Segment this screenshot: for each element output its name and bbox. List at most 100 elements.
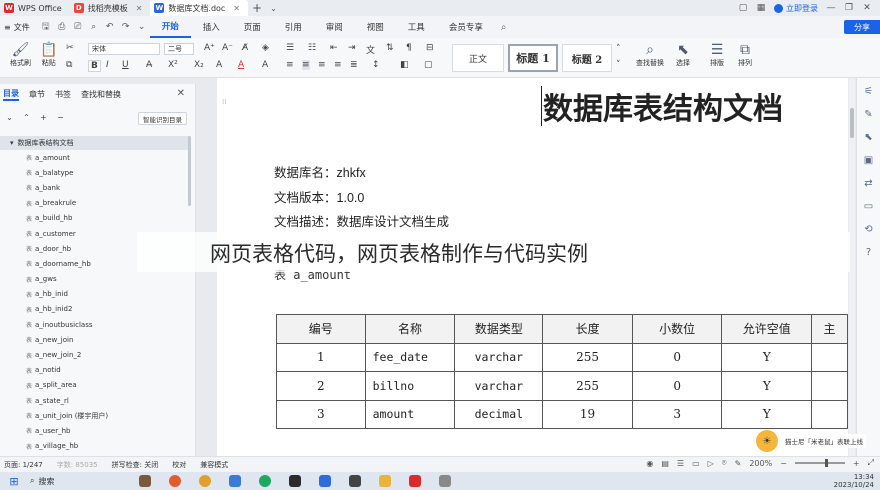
chinese-layout-icon[interactable]: 文 (366, 43, 375, 56)
style-more-icon[interactable]: ˅ (616, 60, 621, 70)
notification-popup[interactable]: ☀ 猫士尼「米老鼠」表联上线 (756, 430, 876, 452)
word-count[interactable]: 字数: 85035 (57, 460, 112, 470)
cell-type[interactable]: varchar (454, 342, 544, 372)
help-icon[interactable]: ? (866, 247, 871, 258)
menu-page[interactable]: 页面 (232, 16, 273, 38)
app-wps-icon[interactable] (409, 475, 421, 487)
grow-font-icon[interactable]: A⁺ (204, 43, 215, 53)
outline-item[interactable]: 表 a_build_hb (0, 211, 190, 226)
undo-icon[interactable]: ↶ (102, 22, 118, 32)
cell-length[interactable]: 255 (542, 371, 633, 401)
zoom-slider[interactable] (794, 459, 845, 467)
close-pane-icon[interactable]: ✕ (177, 88, 185, 99)
proofread-button[interactable]: 校对 (172, 460, 200, 470)
minimize-icon[interactable]: — (826, 3, 836, 13)
line-spacing-icon[interactable]: ↕ (372, 60, 380, 70)
write-mode-icon[interactable]: ✎ (735, 459, 742, 468)
tab-chapters[interactable]: 章节 (29, 89, 45, 100)
font-color-button[interactable]: A (238, 60, 244, 70)
redo-icon[interactable]: ↷ (118, 22, 134, 32)
page-indicator[interactable]: 页面: 1/247 (4, 460, 57, 470)
bold-button[interactable]: B (88, 60, 101, 72)
distribute-icon[interactable]: ≣ (350, 60, 358, 70)
borders-icon[interactable]: ▢ (424, 60, 433, 70)
format-painter-button[interactable]: 🖌 格式刷 (10, 42, 31, 68)
page-view-icon[interactable]: ▤ (661, 459, 669, 468)
remove-icon[interactable]: − (55, 112, 66, 123)
zoom-out-icon[interactable]: − (780, 459, 787, 468)
outline-item[interactable]: 表 a_notid (0, 363, 190, 378)
cell-scale[interactable]: 0 (631, 371, 723, 401)
cursor-icon[interactable]: ⬉ (864, 132, 872, 143)
cell-nullable[interactable]: Y (721, 399, 813, 429)
zoom-in-icon[interactable]: + (853, 459, 860, 468)
copy-icon[interactable]: ⧉ (66, 60, 72, 70)
outline-item[interactable]: 表 a_gws (0, 272, 190, 287)
find-replace-button[interactable]: ⌕ 查找替换 (636, 42, 664, 68)
read-mode-icon[interactable]: ⌾ (722, 458, 727, 468)
cell-nullable[interactable]: Y (721, 371, 813, 401)
cell-pk[interactable] (811, 371, 848, 401)
app-deer-icon[interactable] (139, 475, 151, 487)
pane-scrollbar[interactable] (188, 136, 191, 206)
tab-document[interactable]: W 数据库文档.doc ✕ (150, 0, 249, 16)
app-wechat-icon[interactable] (259, 475, 271, 487)
cell-scale[interactable]: 3 (631, 399, 723, 429)
sort-icon[interactable]: ⇅ (386, 43, 394, 53)
outline-item[interactable]: 表 a_amount (0, 150, 190, 165)
highlight-icon[interactable]: A (262, 60, 268, 70)
web-view-icon[interactable]: ▭ (692, 459, 700, 468)
outline-item[interactable]: 表 a_hb_inid (0, 287, 190, 302)
image-icon[interactable]: ▣ (864, 155, 873, 166)
outline-item[interactable]: 表 a_new_join (0, 332, 190, 347)
app-firefox-icon[interactable] (169, 475, 181, 487)
bullet-list-icon[interactable]: ☰ (286, 43, 294, 53)
font-size-select[interactable]: 二号 (164, 43, 194, 55)
style-heading-1[interactable]: 标题 1 (508, 44, 558, 72)
italic-button[interactable]: I (106, 60, 109, 70)
shrink-font-icon[interactable]: A⁻ (222, 43, 233, 53)
cell-name[interactable]: billno (364, 371, 456, 401)
app-folder-icon[interactable] (379, 475, 391, 487)
cell-type[interactable]: varchar (454, 371, 544, 401)
outline-item[interactable]: 表 a_split_area (0, 378, 190, 393)
select-button[interactable]: ⬉ 选择 (676, 42, 690, 68)
zoom-slider-knob[interactable] (824, 459, 828, 467)
increase-indent-icon[interactable]: ⇥ (348, 43, 356, 53)
style-heading-2[interactable]: 标题 2 (562, 44, 612, 72)
menu-home[interactable]: 开始 (149, 16, 191, 38)
print-icon[interactable]: ⎚ (70, 22, 86, 32)
app-chrome-icon[interactable] (199, 475, 211, 487)
taskbar-search[interactable]: ⌕ 搜索 (30, 476, 130, 487)
paste-button[interactable]: 📋 粘贴 (40, 42, 57, 68)
scrollbar-thumb[interactable] (850, 108, 854, 138)
outline-view-icon[interactable]: ☰ (677, 459, 684, 468)
cell-type[interactable]: decimal (454, 399, 544, 429)
outline-item[interactable]: 表 a_village_hb (0, 439, 190, 454)
outline-item[interactable]: 表 a_balatype (0, 165, 190, 180)
export-pdf-icon[interactable]: ⎙ (54, 22, 70, 32)
cell-scale[interactable]: 0 (631, 342, 723, 372)
play-icon[interactable]: ▷ (708, 459, 714, 468)
app-vscode-icon[interactable] (319, 475, 331, 487)
cell-nullable[interactable]: Y (721, 342, 813, 372)
menu-review[interactable]: 审阅 (314, 16, 355, 38)
smart-toc-button[interactable]: 智能识别目录 (138, 112, 187, 125)
close-window-icon[interactable]: ✕ (862, 3, 872, 13)
move-up-icon[interactable]: ⌃ (21, 112, 32, 123)
app-terminal-icon[interactable] (289, 475, 301, 487)
text-effect-icon[interactable]: A (216, 60, 222, 70)
outline-root[interactable]: ▾ 数据库表结构文档 (0, 136, 190, 150)
justify-icon[interactable]: ≡ (334, 60, 342, 70)
tab-find-replace[interactable]: 查找和替换 (81, 89, 121, 100)
shading-icon[interactable]: ◧ (400, 60, 409, 70)
outline-item[interactable]: 表 a_hb_inid2 (0, 302, 190, 317)
chevron-down-icon[interactable]: ⌄ (266, 4, 281, 13)
cell-name[interactable]: amount (364, 399, 456, 429)
clear-format-icon[interactable]: A̸ (242, 43, 248, 53)
add-icon[interactable]: + (38, 112, 49, 123)
numbered-list-icon[interactable]: ☷ (308, 43, 316, 53)
align-left-icon[interactable]: ≡ (286, 60, 294, 70)
app-explorer-icon[interactable] (229, 475, 241, 487)
comment-icon[interactable]: ▭ (864, 201, 873, 212)
